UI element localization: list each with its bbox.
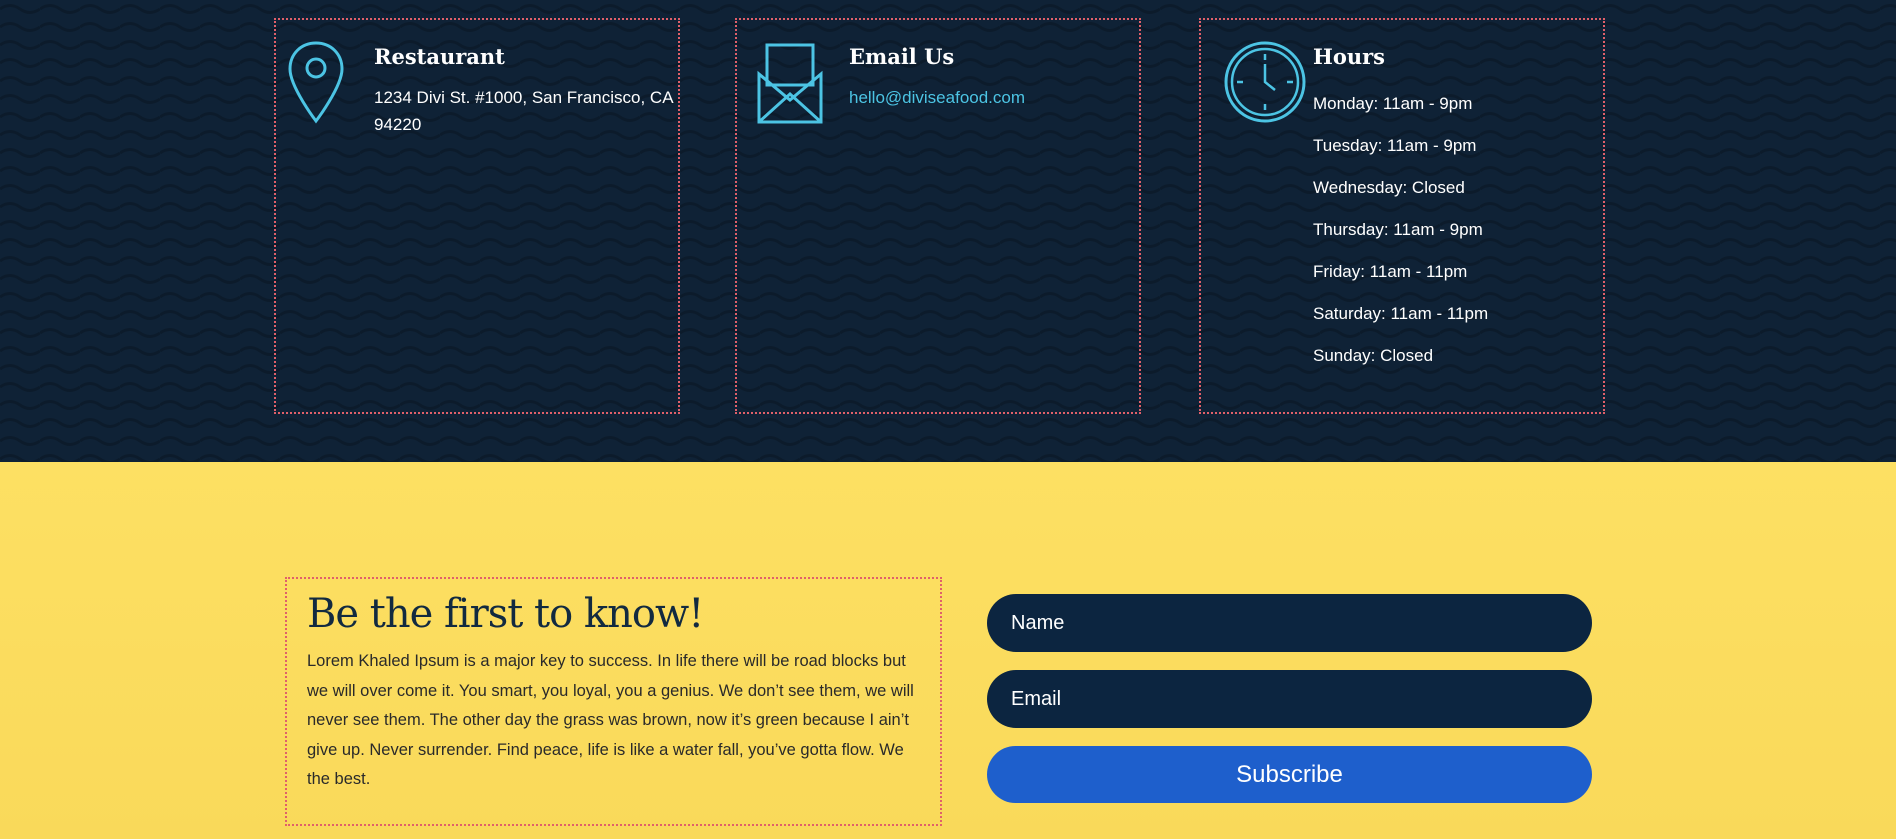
email-input[interactable]	[987, 670, 1592, 728]
map-pin-icon	[288, 41, 344, 124]
contact-section: Restaurant 1234 Divi St. #1000, San Fran…	[0, 0, 1896, 462]
clock-icon	[1224, 41, 1306, 123]
restaurant-address: 1234 Divi St. #1000, San Francisco, CA 9…	[374, 88, 673, 134]
restaurant-card: Restaurant 1234 Divi St. #1000, San Fran…	[274, 18, 680, 414]
hours-line: Thursday: 11am - 9pm	[1313, 220, 1483, 239]
restaurant-title: Restaurant	[374, 44, 505, 69]
hours-card: Hours Monday: 11am - 9pm Tuesday: 11am -…	[1199, 18, 1605, 414]
email-card: Email Us hello@diviseafood.com	[735, 18, 1141, 414]
hours-line: Saturday: 11am - 11pm	[1313, 304, 1489, 323]
envelope-icon	[757, 43, 823, 124]
email-title: Email Us	[849, 44, 955, 69]
newsletter-body: Lorem Khaled Ipsum is a major key to suc…	[307, 652, 914, 788]
hours-line: Sunday: Closed	[1313, 346, 1434, 365]
hours-line: Wednesday: Closed	[1313, 178, 1465, 197]
subscribe-button[interactable]: Subscribe	[987, 746, 1592, 803]
hours-line: Monday: 11am - 9pm	[1313, 94, 1473, 113]
newsletter-intro: Be the first to know! Lorem Khaled Ipsum…	[285, 577, 942, 826]
hours-list: Monday: 11am - 9pm Tuesday: 11am - 9pm W…	[1313, 92, 1613, 386]
name-input[interactable]	[987, 594, 1592, 652]
hours-title: Hours	[1313, 44, 1386, 69]
email-link[interactable]: hello@diviseafood.com	[849, 88, 1025, 107]
hours-line: Tuesday: 11am - 9pm	[1313, 136, 1477, 155]
newsletter-heading: Be the first to know!	[307, 591, 704, 637]
hours-line: Friday: 11am - 11pm	[1313, 262, 1468, 281]
